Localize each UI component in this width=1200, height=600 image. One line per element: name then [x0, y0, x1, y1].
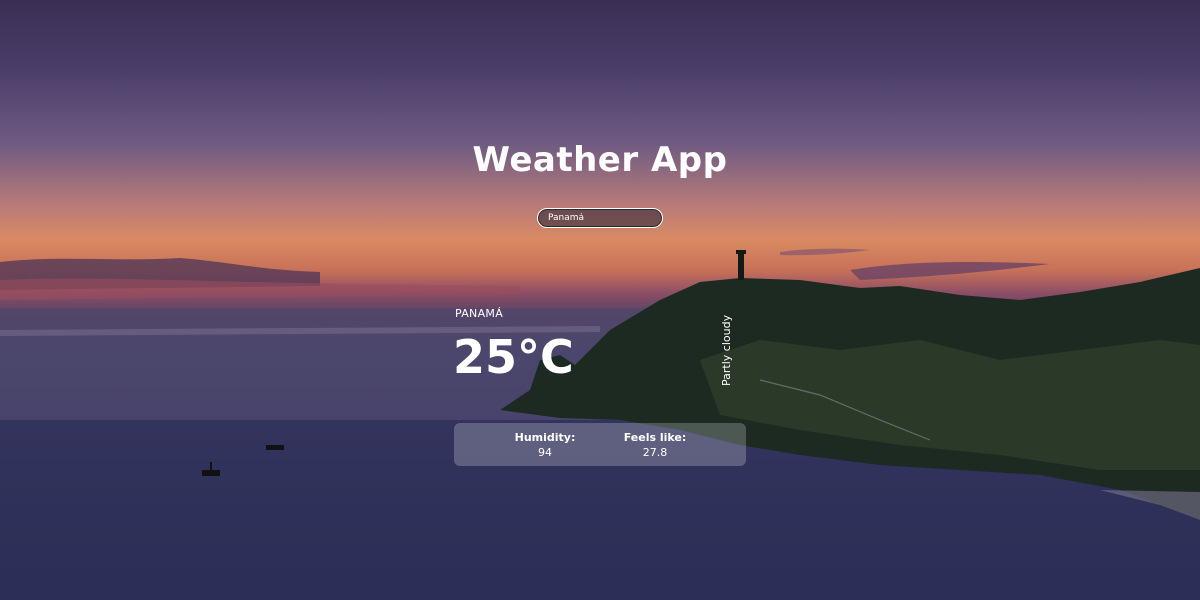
weather-description: Partly cloudy [720, 314, 733, 386]
feels-like-label: Feels like: [623, 431, 687, 444]
app-title: Weather App [472, 140, 728, 180]
feels-like-detail: Feels like: 27.8 [610, 431, 700, 459]
temperature: 25°C [453, 330, 574, 384]
city-name: PANAMÁ [455, 307, 504, 320]
boat [266, 445, 284, 450]
weather-details-panel: Humidity: 94 Feels like: 27.8 [454, 423, 746, 466]
background-photo [0, 248, 1200, 600]
humidity-detail: Humidity: 94 [500, 431, 590, 459]
lighthouse [738, 252, 744, 280]
feels-like-value: 27.8 [642, 446, 668, 459]
city-search-input[interactable] [537, 208, 663, 228]
boat [202, 470, 220, 476]
weather-app-page: Weather App PANAMÁ 25°C Partly cloudy Hu… [0, 0, 1200, 600]
humidity-label: Humidity: [514, 431, 576, 444]
humidity-value: 94 [538, 446, 552, 459]
